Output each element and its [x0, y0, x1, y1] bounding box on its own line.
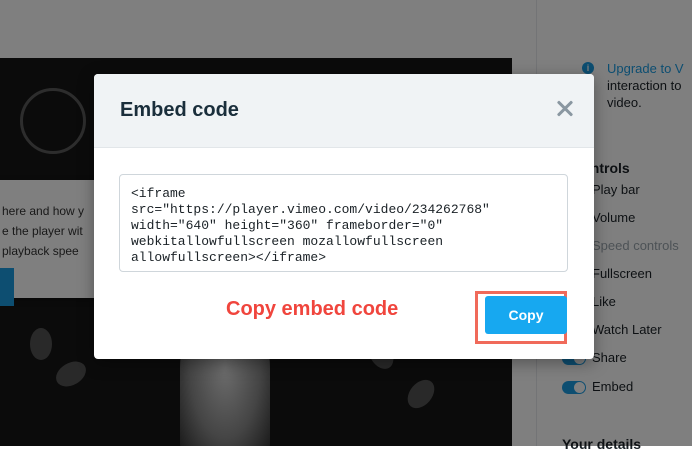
dialog-title: Embed code: [120, 99, 239, 121]
embed-code-textarea[interactable]: <iframe src="https://player.vimeo.com/vi…: [119, 174, 568, 272]
copy-button[interactable]: Copy: [485, 296, 567, 334]
close-icon[interactable]: [554, 98, 576, 120]
dialog-header: Embed code: [94, 74, 594, 148]
annotation-label: Copy embed code: [226, 298, 399, 320]
embed-code-dialog: Embed code <iframe src="https://player.v…: [94, 74, 594, 359]
